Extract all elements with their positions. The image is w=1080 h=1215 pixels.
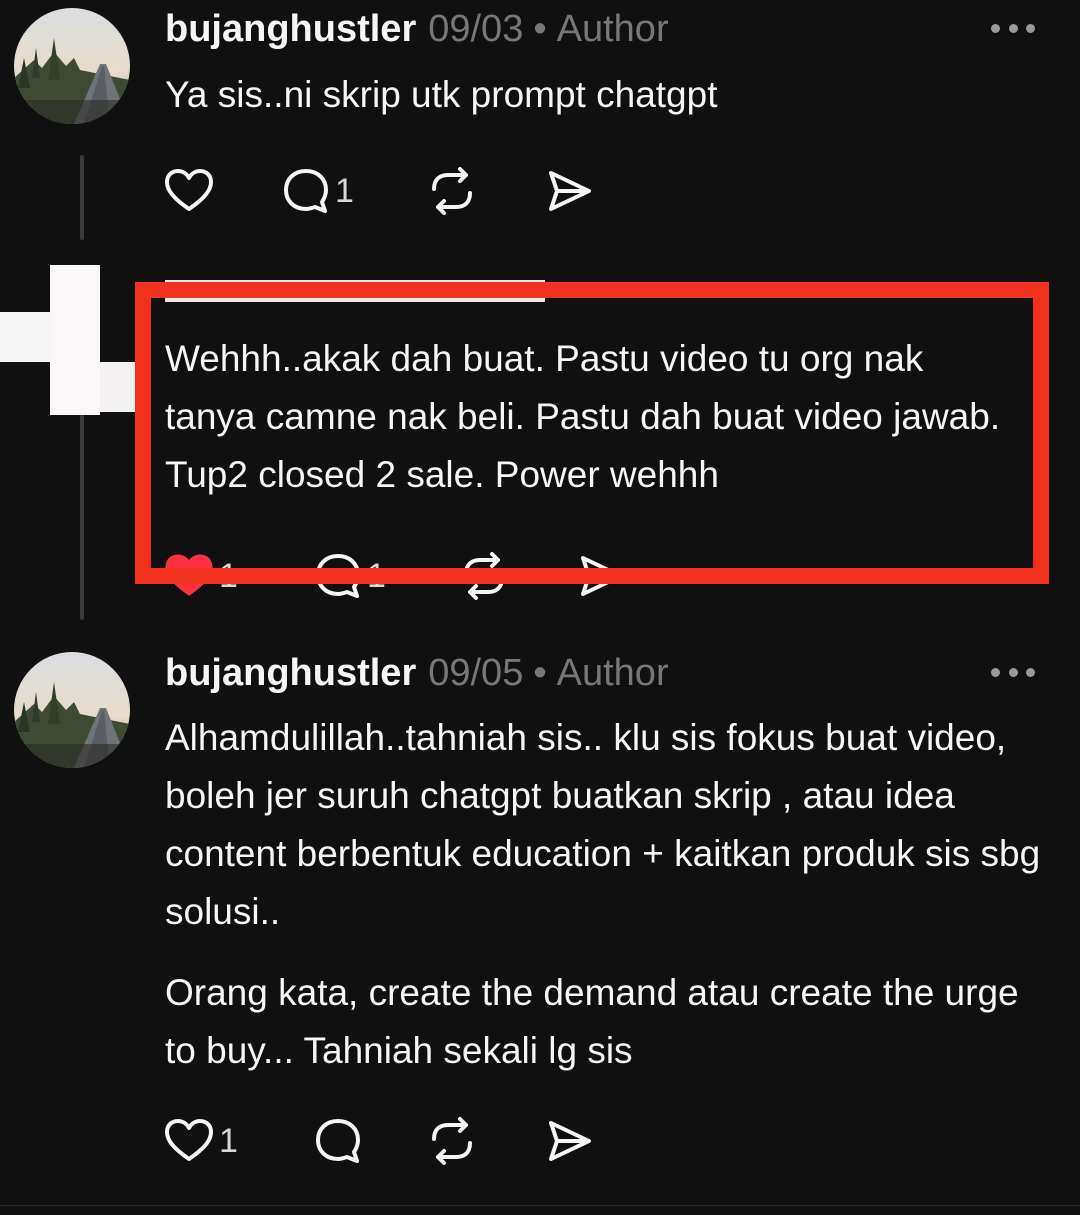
divider [0, 1205, 1080, 1206]
comment-icon [316, 1119, 360, 1163]
author-badge: Author [556, 652, 669, 694]
repost-icon [432, 167, 472, 215]
comment-text: Ya sis..ni skrip utk prompt chatgpt [165, 74, 718, 115]
more-icon[interactable] [991, 666, 1035, 678]
separator-dot: • [533, 652, 547, 694]
comment-text-paragraph-2: Orang kata, create the demand atau creat… [165, 972, 1019, 1071]
heart-icon [165, 1119, 213, 1161]
username[interactable]: bujanghustler [165, 648, 416, 698]
heart-icon [165, 169, 213, 211]
avatar[interactable] [14, 652, 130, 768]
comment-header: bujanghustler 09/05 • Author [165, 648, 669, 698]
repost-button[interactable] [426, 1113, 478, 1169]
comment-button[interactable]: 1 [281, 163, 354, 219]
separator-dot: • [533, 8, 547, 50]
avatar[interactable] [14, 8, 130, 124]
highlight-box [135, 282, 1049, 584]
reply-count: 1 [335, 171, 354, 210]
comment-text-paragraph-1: Alhamdulillah..tahniah sis.. klu sis fok… [165, 717, 1041, 932]
redacted-avatar-part [100, 362, 140, 412]
author-badge: Author [556, 8, 669, 50]
thread-line [80, 155, 84, 240]
comment-button[interactable] [313, 1113, 363, 1169]
redacted-avatar-part [50, 265, 100, 415]
share-button[interactable] [543, 163, 595, 219]
more-icon[interactable] [991, 22, 1035, 34]
comment-date: 09/05 [428, 652, 524, 694]
share-button[interactable] [543, 1113, 595, 1169]
share-icon [549, 171, 591, 211]
username[interactable]: bujanghustler [165, 4, 416, 54]
repost-icon [432, 1117, 472, 1165]
repost-button[interactable] [426, 163, 478, 219]
thread-line [80, 415, 84, 620]
comment-icon [284, 169, 328, 213]
comment-header: bujanghustler 09/03 • Author [165, 4, 669, 54]
share-icon [549, 1121, 591, 1161]
like-button[interactable] [163, 163, 215, 219]
like-count: 1 [219, 1121, 238, 1160]
like-button[interactable]: 1 [163, 1113, 238, 1169]
comment-date: 09/03 [428, 8, 524, 50]
